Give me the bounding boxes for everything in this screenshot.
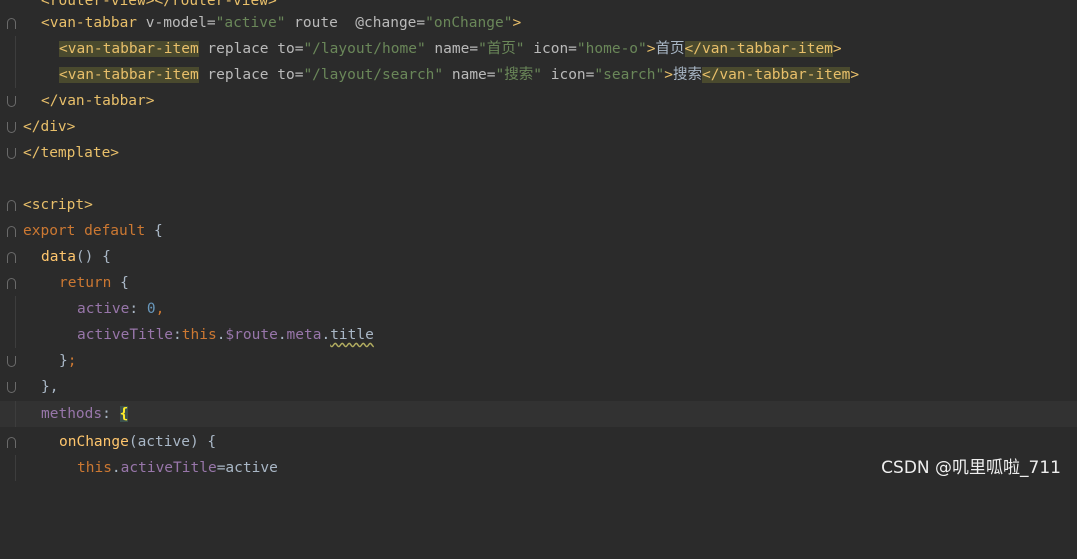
csdn-watermark: CSDN @叽里呱啦_711 bbox=[881, 458, 1061, 478]
fold-icon[interactable] bbox=[7, 148, 16, 159]
code-line-methods: methods: { bbox=[0, 401, 1077, 427]
code-line-data-fn: data() { bbox=[0, 244, 1077, 270]
matching-brace-highlight: { bbox=[119, 406, 129, 422]
fold-icon[interactable] bbox=[7, 382, 16, 393]
code-line-return: return { bbox=[0, 270, 1077, 296]
code-line-active-title-prop: activeTitle:this.$route.meta.title bbox=[0, 322, 1077, 348]
code-line-return-close: }; bbox=[0, 348, 1077, 374]
fold-icon[interactable] bbox=[7, 96, 16, 107]
code-line-data-close: }, bbox=[0, 374, 1077, 400]
fold-icon[interactable] bbox=[7, 252, 16, 263]
code-line-div-close: </div> bbox=[0, 114, 1077, 140]
warning-squiggle: title bbox=[330, 327, 374, 343]
code-line-script-open: <script> bbox=[0, 192, 1077, 218]
code-line-active-prop: active: 0, bbox=[0, 296, 1077, 322]
fold-icon[interactable] bbox=[7, 356, 16, 367]
code-line-export-default: export default { bbox=[0, 218, 1077, 244]
fold-icon[interactable] bbox=[7, 226, 16, 237]
code-line-van-tabbar-open: <van-tabbar v-model="active" route @chan… bbox=[0, 10, 1077, 36]
code-editor[interactable]: <router-view></router-view> <van-tabbar … bbox=[0, 0, 1077, 486]
fold-icon[interactable] bbox=[7, 278, 16, 289]
fold-icon[interactable] bbox=[7, 200, 16, 211]
fold-icon[interactable] bbox=[7, 18, 16, 29]
code-line-template-close: </template> bbox=[0, 140, 1077, 166]
fold-icon[interactable] bbox=[7, 122, 16, 133]
router-view-tag: <router-view></router-view> bbox=[41, 0, 277, 9]
code-line-onchange-fn: onChange(active) { bbox=[0, 429, 1077, 455]
code-line-van-tabbar-close: </van-tabbar> bbox=[0, 88, 1077, 114]
code-line-tabbar-item-home: <van-tabbar-item replace to="/layout/hom… bbox=[0, 36, 1077, 62]
code-line-tabbar-item-search: <van-tabbar-item replace to="/layout/sea… bbox=[0, 62, 1077, 88]
fold-icon[interactable] bbox=[7, 437, 16, 448]
